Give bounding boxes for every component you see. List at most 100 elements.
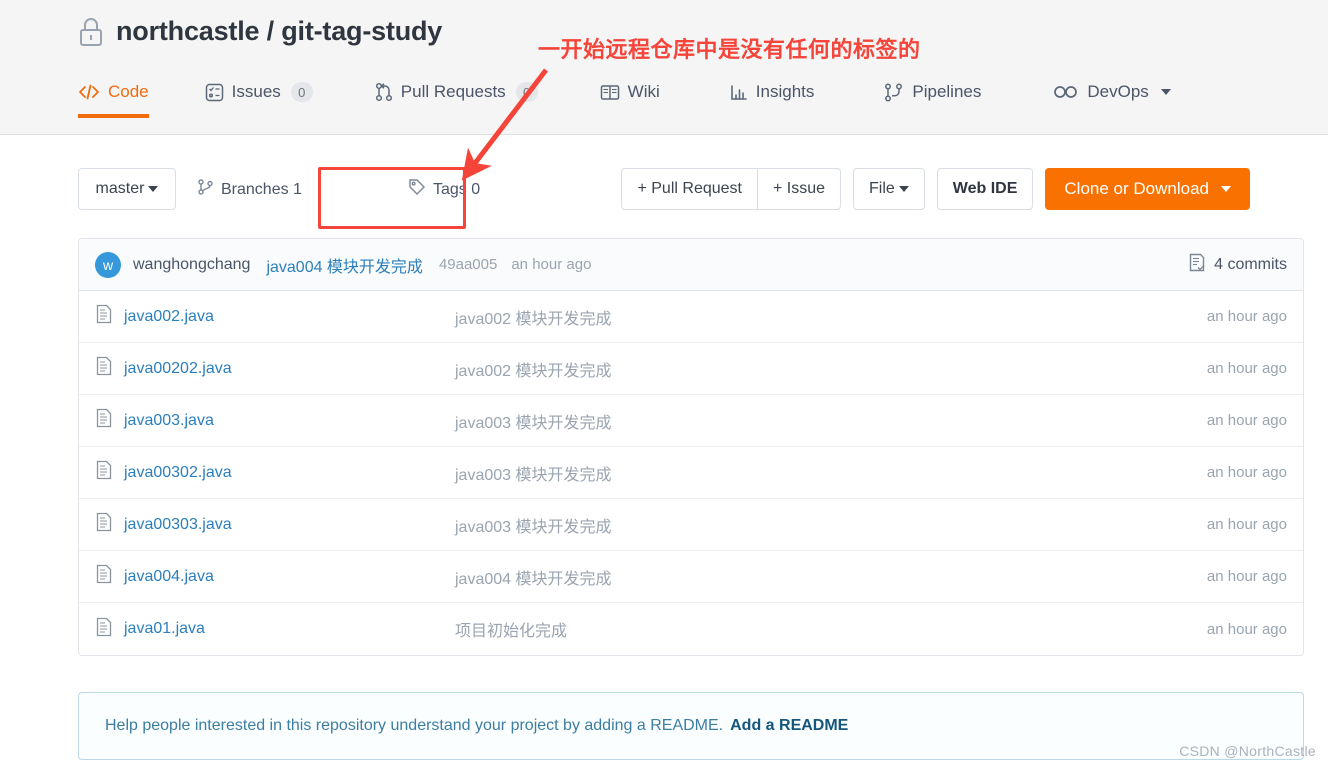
lock-icon	[78, 17, 104, 47]
tab-pull-requests-label: Pull Requests	[400, 82, 506, 101]
tag-icon	[408, 178, 426, 201]
commit-author[interactable]: wanghongchang	[133, 256, 250, 274]
tab-pipelines[interactable]: Pipelines	[884, 82, 981, 118]
book-icon	[600, 84, 620, 101]
file-commit-message[interactable]: 项目初始化完成	[455, 617, 1137, 641]
clone-button-label: Clone or Download	[1064, 179, 1209, 198]
file-name-link[interactable]: java004.java	[124, 568, 214, 586]
tab-pull-requests-badge: 0	[515, 82, 538, 102]
file-browser-panel: w wanghongchang java004 模块开发完成 49aa005 a…	[78, 238, 1304, 656]
file-name-cell: java00202.java	[95, 356, 455, 381]
page-root: northcastle / git-tag-study Code Issues …	[0, 0, 1328, 767]
file-menu-label: File	[869, 180, 895, 197]
file-commit-time: an hour ago	[1206, 620, 1287, 638]
tab-wiki[interactable]: Wiki	[600, 82, 660, 118]
tab-issues[interactable]: Issues 0	[205, 82, 313, 118]
file-name-cell: java002.java	[95, 304, 455, 329]
table-row: java01.java 项目初始化完成 an hour ago	[79, 603, 1303, 655]
repo-action-buttons: + Pull Request + Issue File Web IDE Clon…	[621, 168, 1250, 210]
file-name-link[interactable]: java00303.java	[124, 516, 232, 534]
table-row: java002.java java002 模块开发完成 an hour ago	[79, 291, 1303, 343]
commits-count-label: 4 commits	[1214, 255, 1287, 273]
branches-link[interactable]: Branches 1	[197, 178, 302, 201]
file-commit-time: an hour ago	[1206, 464, 1287, 481]
branch-icon	[197, 178, 214, 201]
pipeline-icon	[884, 83, 904, 102]
file-list: java002.java java002 模块开发完成 an hour ago jav…	[79, 291, 1303, 655]
chevron-down-icon	[1160, 89, 1171, 95]
file-name-cell: java01.java	[95, 617, 455, 642]
readme-suggestion-banner: Help people interested in this repositor…	[78, 692, 1304, 760]
annotation-text: 一开始远程仓库中是没有任何的标签的	[538, 37, 921, 62]
file-name-link[interactable]: java002.java	[124, 308, 214, 326]
file-text-icon	[95, 408, 113, 433]
file-text-icon	[95, 617, 113, 642]
tab-insights-label: Insights	[755, 82, 815, 101]
file-text-icon	[95, 564, 113, 589]
web-ide-button[interactable]: Web IDE	[936, 168, 1034, 210]
code-brackets-icon	[78, 83, 100, 101]
tab-pull-requests[interactable]: Pull Requests 0	[375, 82, 538, 118]
branch-select[interactable]: master	[78, 168, 176, 210]
tab-devops[interactable]: DevOps	[1053, 82, 1171, 118]
tab-code[interactable]: Code	[78, 82, 149, 118]
bar-chart-icon	[730, 84, 748, 101]
tab-issues-badge: 0	[290, 82, 313, 102]
repo-title-row: northcastle / git-tag-study	[78, 16, 442, 47]
tab-issues-label: Issues	[231, 82, 281, 101]
file-commit-message[interactable]: java003 模块开发完成	[455, 409, 1137, 433]
file-text-icon	[95, 304, 113, 329]
file-commit-message[interactable]: java002 模块开发完成	[455, 305, 1137, 329]
new-issue-button[interactable]: + Issue	[757, 168, 842, 210]
file-name-cell: java003.java	[95, 408, 455, 433]
file-commit-time: an hour ago	[1206, 412, 1287, 429]
commit-message[interactable]: java004 模块开发完成	[266, 253, 423, 277]
tab-active-underline	[78, 114, 149, 118]
commit-history-icon	[1188, 253, 1206, 277]
branches-label: Branches 1	[221, 180, 302, 198]
tags-link[interactable]: Tags 0	[408, 178, 480, 201]
file-name-link[interactable]: java01.java	[124, 620, 205, 638]
tab-wiki-label: Wiki	[627, 82, 660, 101]
chevron-down-icon	[898, 186, 909, 192]
infinity-icon	[1053, 85, 1079, 99]
branch-select-label: master	[95, 180, 145, 197]
file-menu-button[interactable]: File	[853, 168, 925, 210]
file-text-icon	[95, 356, 113, 381]
commits-count-link[interactable]: 4 commits	[1188, 253, 1287, 277]
page-title: northcastle / git-tag-study	[116, 16, 443, 46]
file-commit-message[interactable]: java003 模块开发完成	[455, 461, 1137, 485]
tab-pipelines-label: Pipelines	[912, 82, 982, 101]
issues-list-icon	[205, 83, 224, 102]
file-name-link[interactable]: java00202.java	[124, 360, 232, 378]
file-name-cell: java00303.java	[95, 512, 455, 537]
add-readme-link[interactable]: Add a README	[730, 717, 848, 735]
file-commit-message[interactable]: java003 模块开发完成	[455, 513, 1137, 537]
clone-or-download-button[interactable]: Clone or Download	[1045, 168, 1250, 210]
commit-hash[interactable]: 49aa005	[439, 256, 497, 273]
tab-insights[interactable]: Insights	[730, 82, 815, 118]
tab-code-label: Code	[108, 82, 149, 101]
file-text-icon	[95, 512, 113, 537]
pull-request-icon	[375, 82, 393, 102]
file-commit-message[interactable]: java002 模块开发完成	[455, 357, 1137, 381]
watermark: CSDN @NorthCastle	[1179, 743, 1316, 759]
readme-banner-text: Help people interested in this repositor…	[105, 717, 724, 734]
file-name-cell: java00302.java	[95, 460, 455, 485]
repo-header: northcastle / git-tag-study Code Issues …	[0, 0, 1328, 135]
commit-time: an hour ago	[511, 256, 592, 273]
repo-toolbar: master Branches 1 Tags 0 + Pull Request …	[78, 168, 1250, 214]
chevron-down-icon	[1221, 186, 1231, 192]
file-name-link[interactable]: java00302.java	[124, 464, 232, 482]
table-row: java003.java java003 模块开发完成 an hour ago	[79, 395, 1303, 447]
file-text-icon	[95, 460, 113, 485]
chevron-down-icon	[148, 186, 159, 192]
file-commit-message[interactable]: java004 模块开发完成	[455, 565, 1137, 589]
table-row: java004.java java004 模块开发完成 an hour ago	[79, 551, 1303, 603]
tags-label: Tags 0	[433, 180, 481, 198]
file-name-link[interactable]: java003.java	[124, 412, 214, 430]
new-pull-request-button[interactable]: + Pull Request	[621, 168, 758, 210]
